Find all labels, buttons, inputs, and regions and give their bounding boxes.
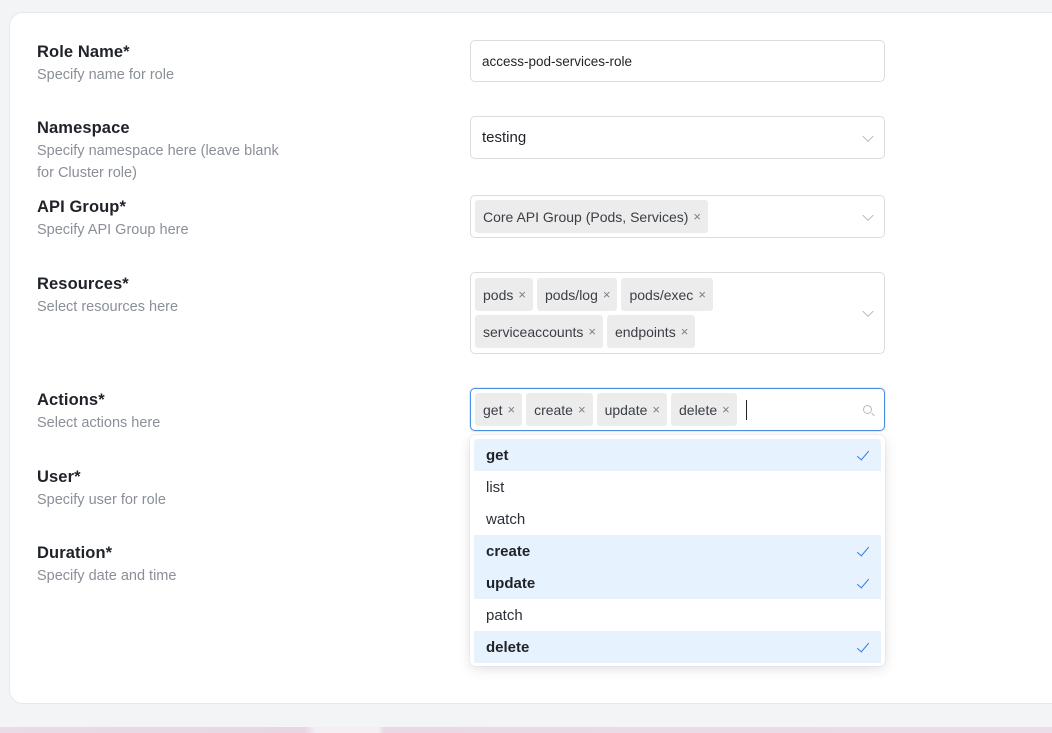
tag-label: get (483, 401, 503, 418)
option-label: get (486, 446, 509, 464)
role-name-hint: Specify name for role (37, 67, 175, 83)
resources-tags: pods × pods/log × pods/exec × serviceacc… (471, 275, 779, 351)
tag-action: update × (596, 393, 667, 426)
role-name-value: access-pod-services-role (482, 53, 633, 69)
tag-remove-icon[interactable]: × (507, 402, 515, 417)
tag-api-group: Core API Group (Pods, Services) × (475, 200, 709, 233)
tag-resource: pods × (475, 278, 533, 311)
namespace-title: Namespace (37, 119, 130, 137)
option-watch[interactable]: watch (474, 503, 881, 535)
tag-label: serviceaccounts (483, 323, 584, 340)
resources-label-block: Resources* Select resources here (37, 273, 178, 318)
option-label: delete (486, 638, 530, 656)
tag-label: update (604, 401, 648, 418)
check-icon (856, 575, 870, 589)
tag-remove-icon[interactable]: × (652, 402, 660, 417)
tag-label: create (534, 401, 573, 418)
namespace-hint-line1: Specify namespace here (leave blank (37, 143, 279, 159)
tag-label: pods/exec (629, 286, 694, 303)
option-delete[interactable]: delete (474, 631, 881, 663)
search-icon (863, 405, 872, 414)
tag-action: create × (526, 393, 593, 426)
api-group-label-block: API Group* Specify API Group here (37, 196, 189, 241)
api-group-title: API Group* (37, 198, 127, 216)
tag-resource: serviceaccounts × (475, 315, 603, 348)
role-name-label-block: Role Name* Specify name for role (37, 41, 174, 86)
chevron-down-icon[interactable] (862, 305, 874, 318)
actions-label-block: Actions* Select actions here (37, 389, 160, 434)
tag-label: pods (483, 286, 514, 303)
tag-remove-icon[interactable]: × (698, 287, 706, 302)
bottom-strip (0, 727, 1052, 733)
option-label: patch (486, 606, 523, 624)
api-group-hint: Specify API Group here (37, 222, 189, 238)
tag-resource: pods/log × (536, 278, 618, 311)
user-title: User* (37, 468, 81, 486)
tag-remove-icon[interactable]: × (588, 324, 596, 339)
duration-label-block: Duration* Specify date and time (37, 542, 176, 587)
chevron-down-icon[interactable] (862, 130, 874, 142)
tag-label: delete (679, 401, 718, 418)
option-get[interactable]: get (474, 439, 881, 471)
check-icon (856, 543, 870, 557)
actions-dropdown-menu: get list watch create update patch delet… (470, 435, 885, 666)
text-caret[interactable] (745, 399, 747, 420)
option-update[interactable]: update (474, 567, 881, 599)
tag-label: pods/log (544, 286, 598, 303)
option-patch[interactable]: patch (474, 599, 881, 631)
namespace-hint: Specify namespace here (leave blank for … (37, 140, 279, 184)
chevron-down-icon[interactable] (862, 209, 874, 221)
user-label-block: User* Specify user for role (37, 466, 166, 511)
tag-remove-icon[interactable]: × (722, 402, 730, 417)
namespace-label-block: Namespace Specify namespace here (leave … (37, 117, 279, 184)
api-group-select[interactable]: Core API Group (Pods, Services) × (470, 195, 885, 238)
resources-select[interactable]: pods × pods/log × pods/exec × serviceacc… (470, 272, 885, 354)
tag-remove-icon[interactable]: × (518, 287, 526, 302)
tag-resource: pods/exec × (621, 278, 713, 311)
api-group-tags: Core API Group (Pods, Services) × (471, 197, 849, 236)
namespace-select[interactable]: testing (470, 116, 885, 159)
resources-title: Resources* (37, 275, 129, 293)
tag-label: Core API Group (Pods, Services) (483, 208, 689, 225)
duration-hint: Specify date and time (37, 568, 177, 584)
actions-multiselect[interactable]: get × create × update × delete × (470, 388, 885, 431)
option-label: watch (486, 510, 526, 528)
option-create[interactable]: create (474, 535, 881, 567)
namespace-hint-line2: for Cluster role) (37, 165, 137, 181)
duration-title: Duration* (37, 544, 113, 562)
tag-action: delete × (671, 393, 737, 426)
tag-remove-icon[interactable]: × (693, 209, 701, 224)
tag-resource: endpoints × (606, 315, 696, 348)
role-name-title: Role Name* (37, 43, 130, 61)
namespace-value: testing (482, 129, 527, 146)
option-label: list (486, 478, 505, 496)
option-label: create (486, 542, 531, 560)
user-hint: Specify user for role (37, 492, 166, 508)
tag-remove-icon[interactable]: × (603, 287, 611, 302)
tag-action: get × (475, 393, 523, 426)
actions-title: Actions* (37, 391, 105, 409)
resources-hint: Select resources here (37, 299, 179, 315)
tag-remove-icon[interactable]: × (681, 324, 689, 339)
role-name-input[interactable]: access-pod-services-role (470, 40, 885, 82)
actions-tags: get × create × update × delete × (471, 390, 869, 429)
check-icon (856, 639, 870, 653)
tag-remove-icon[interactable]: × (578, 402, 586, 417)
option-list[interactable]: list (474, 471, 881, 503)
option-label: update (486, 574, 536, 592)
tag-label: endpoints (614, 323, 676, 340)
check-icon (856, 447, 870, 461)
actions-hint: Select actions here (37, 415, 161, 431)
